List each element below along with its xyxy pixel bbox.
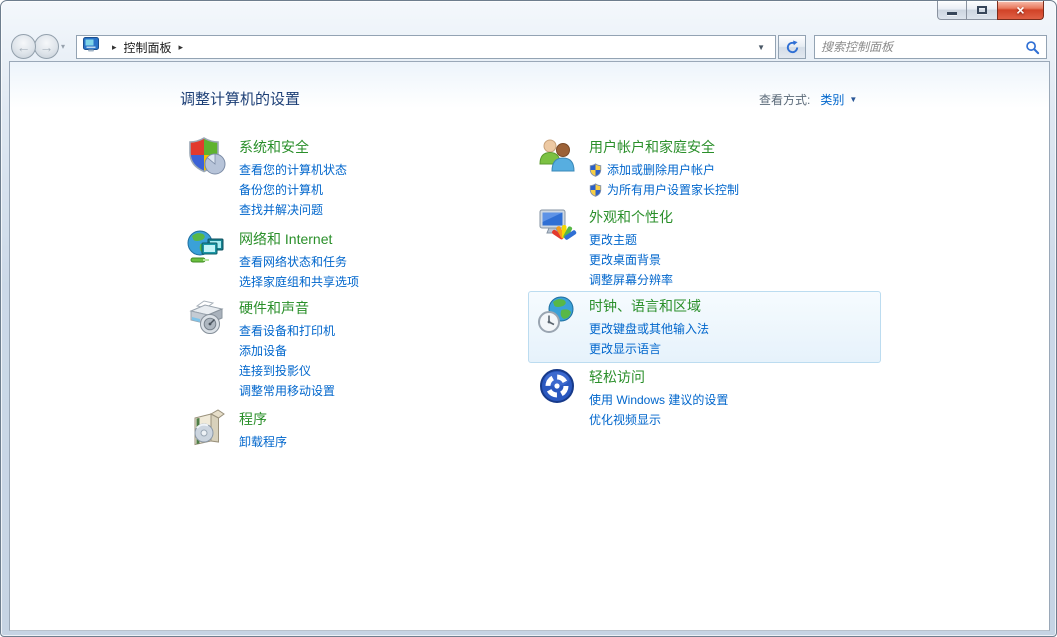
maximize-icon [977, 6, 987, 14]
category-appearance: 外观和个性化 更改主题 更改桌面背景 调整屏幕分辨率 [529, 204, 881, 292]
ease-of-access-icon[interactable] [537, 366, 577, 406]
category-title-hardware-sound[interactable]: 硬件和声音 [239, 297, 513, 319]
system-security-icon[interactable] [187, 136, 227, 176]
link-change-theme[interactable]: 更改主题 [589, 230, 873, 250]
close-icon: × [1016, 2, 1024, 18]
link-connect-projector[interactable]: 连接到投影仪 [239, 361, 513, 381]
view-by-label: 查看方式: [759, 91, 810, 108]
category-title-appearance[interactable]: 外观和个性化 [589, 206, 873, 228]
link-add-device[interactable]: 添加设备 [239, 341, 513, 361]
category-column-right: 用户帐户和家庭安全 添加或删除用户帐户 [529, 134, 881, 432]
link-uninstall-program[interactable]: 卸载程序 [239, 432, 513, 452]
category-network-internet: 网络和 Internet 查看网络状态和任务 选择家庭组和共享选项 [179, 226, 521, 294]
back-icon: ← [17, 40, 31, 54]
window-controls: × [937, 1, 1044, 20]
content-area: 调整计算机的设置 查看方式: 类别 ▼ [9, 61, 1050, 631]
close-button[interactable]: × [997, 1, 1044, 20]
link-mobility-settings[interactable]: 调整常用移动设置 [239, 381, 513, 401]
category-title-user-accounts[interactable]: 用户帐户和家庭安全 [589, 136, 873, 158]
maximize-button[interactable] [967, 1, 997, 20]
category-title-ease-of-access[interactable]: 轻松访问 [589, 366, 873, 388]
link-change-display-language[interactable]: 更改显示语言 [589, 339, 872, 359]
category-clock-language-region: 时钟、语言和区域 更改键盘或其他输入法 更改显示语言 [528, 291, 881, 363]
uac-shield-icon [589, 183, 602, 197]
category-title-programs[interactable]: 程序 [239, 408, 513, 430]
link-change-keyboards-input[interactable]: 更改键盘或其他输入法 [589, 319, 872, 339]
uac-shield-icon [589, 163, 602, 177]
link-backup-computer[interactable]: 备份您的计算机 [239, 180, 513, 200]
control-panel-window: × ← → ▾ ▸ 控制面板 ▸ ▼ [0, 0, 1057, 637]
address-bar[interactable]: ▸ 控制面板 ▸ ▼ [76, 35, 776, 59]
user-accounts-icon[interactable] [537, 136, 577, 176]
category-title-clock-language-region[interactable]: 时钟、语言和区域 [589, 295, 872, 317]
link-review-computer-status[interactable]: 查看您的计算机状态 [239, 160, 513, 180]
link-change-desktop-background[interactable]: 更改桌面背景 [589, 250, 873, 270]
link-suggested-settings[interactable]: 使用 Windows 建议的设置 [589, 390, 873, 410]
search-input[interactable] [821, 40, 1025, 54]
category-user-accounts: 用户帐户和家庭安全 添加或删除用户帐户 [529, 134, 881, 202]
category-title-network-internet[interactable]: 网络和 Internet [239, 228, 513, 250]
programs-icon[interactable] [187, 408, 227, 448]
link-devices-printers[interactable]: 查看设备和打印机 [239, 321, 513, 341]
link-find-fix-problems[interactable]: 查找并解决问题 [239, 200, 513, 220]
page-title: 调整计算机的设置 [180, 88, 300, 109]
view-by-value[interactable]: 类别 [820, 91, 844, 108]
link-parental-controls[interactable]: 为所有用户设置家长控制 [607, 180, 739, 200]
breadcrumb-arrow-icon[interactable]: ▸ [179, 42, 184, 53]
navigation-bar: ← → ▾ ▸ 控制面板 ▸ ▼ [1, 33, 1057, 60]
category-ease-of-access: 轻松访问 使用 Windows 建议的设置 优化视频显示 [529, 364, 881, 432]
refresh-icon [785, 40, 800, 55]
recent-pages-dropdown[interactable]: ▾ [61, 42, 65, 51]
category-programs: 程序 卸载程序 [179, 406, 521, 454]
forward-button[interactable]: → [34, 34, 59, 59]
view-by-control: 查看方式: 类别 ▼ [759, 91, 857, 108]
link-add-remove-accounts[interactable]: 添加或删除用户帐户 [607, 160, 715, 180]
category-title-system-security[interactable]: 系统和安全 [239, 136, 513, 158]
link-homegroup-sharing[interactable]: 选择家庭组和共享选项 [239, 272, 513, 292]
category-column-left: 系统和安全 查看您的计算机状态 备份您的计算机 查找并解决问题 [179, 134, 521, 454]
network-internet-icon[interactable] [187, 228, 227, 268]
link-adjust-screen-resolution[interactable]: 调整屏幕分辨率 [589, 270, 873, 290]
link-optimize-visual-display[interactable]: 优化视频显示 [589, 410, 873, 430]
breadcrumb-control-panel[interactable]: 控制面板 [124, 39, 172, 56]
control-panel-icon [83, 37, 100, 57]
minimize-button[interactable] [937, 1, 967, 20]
breadcrumb-arrow-icon[interactable]: ▸ [112, 42, 117, 53]
back-button[interactable]: ← [11, 34, 36, 59]
refresh-button[interactable] [778, 35, 806, 59]
search-icon [1025, 40, 1040, 55]
clock-language-region-icon[interactable] [537, 295, 577, 335]
hardware-sound-icon[interactable] [187, 297, 227, 337]
view-by-dropdown-icon[interactable]: ▼ [849, 95, 857, 104]
category-hardware-sound: 硬件和声音 查看设备和打印机 添加设备 连接到投影仪 调整常用移动设置 [179, 295, 521, 403]
address-dropdown-icon[interactable]: ▼ [753, 39, 769, 56]
minimize-icon [947, 12, 957, 15]
link-network-status-tasks[interactable]: 查看网络状态和任务 [239, 252, 513, 272]
search-box [814, 35, 1047, 59]
appearance-personalization-icon[interactable] [537, 206, 577, 246]
category-system-security: 系统和安全 查看您的计算机状态 备份您的计算机 查找并解决问题 [179, 134, 521, 222]
forward-icon: → [40, 40, 54, 54]
